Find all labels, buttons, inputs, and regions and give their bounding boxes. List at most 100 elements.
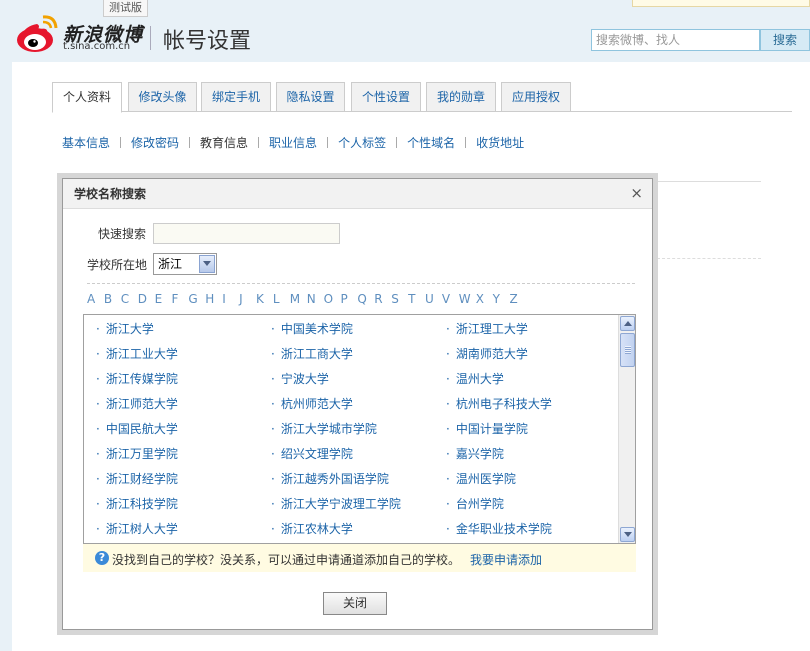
subnav-education[interactable]: 教育信息 [200,134,248,151]
letter-filter-e[interactable]: E [155,292,163,306]
school-item[interactable]: 中国民航大学 [96,420,178,437]
quick-search-label: 快速搜索 [98,227,147,241]
school-item[interactable]: 中国美术学院 [271,320,353,337]
school-item[interactable]: 中国计量学院 [446,420,528,437]
letter-filter-c[interactable]: C [121,292,129,306]
logo-url: t.sina.com.cn [63,41,131,52]
letter-filter-b[interactable]: B [104,292,112,306]
letter-filter-j[interactable]: J [239,292,243,306]
tab-app-auth[interactable]: 应用授权 [501,82,571,112]
school-item[interactable]: 宁波大学 [271,370,329,387]
subnav-divider [120,137,122,148]
letter-filter-k[interactable]: K [256,292,264,306]
close-button[interactable]: 关闭 [323,592,387,615]
chevron-down-icon[interactable] [199,255,215,273]
school-item[interactable]: 浙江科技学院 [96,495,178,512]
scrollbar[interactable] [618,315,635,543]
school-item[interactable]: 浙江万里学院 [96,445,178,462]
school-item[interactable]: 浙江传媒学院 [96,370,178,387]
subnav-tags[interactable]: 个人标签 [338,134,386,151]
school-item[interactable]: 浙江师范大学 [96,395,178,412]
letter-filter-u[interactable]: U [425,292,434,306]
school-item[interactable]: 浙江树人大学 [96,520,178,537]
school-item[interactable]: 嘉兴学院 [446,445,504,462]
letter-filter-s[interactable]: S [391,292,399,306]
letter-filter-y[interactable]: Y [493,292,500,306]
location-select-value: 浙江 [158,257,183,271]
subnav-change-password[interactable]: 修改密码 [131,134,179,151]
school-item[interactable]: 杭州电子科技大学 [446,395,552,412]
tab-privacy[interactable]: 隐私设置 [276,82,345,112]
page-title: 帐号设置 [163,29,252,54]
school-item[interactable]: 杭州师范大学 [271,395,353,412]
letter-filter-z[interactable]: Z [510,292,518,306]
school-search-dialog: 学校名称搜索 × 快速搜索 学校所在地 浙江 ABCDEFGHIJKLMNOPQ… [57,173,658,635]
subnav-shipping-address[interactable]: 收货地址 [476,134,524,151]
school-item[interactable]: 浙江农林大学 [271,520,353,537]
search-button[interactable]: 搜索 [760,29,810,51]
letter-filter-w[interactable]: W [459,292,471,306]
profile-subnav: 基本信息 修改密码 教育信息 职业信息 个人标签 个性域名 收货地址 [62,134,524,152]
subnav-divider [396,137,398,148]
letter-filter-q[interactable]: Q [357,292,366,306]
letter-filter-a[interactable]: A [87,292,95,306]
scroll-up-icon[interactable] [620,316,635,331]
tab-avatar[interactable]: 修改头像 [128,82,197,112]
subnav-divider [327,137,329,148]
school-item[interactable]: 浙江大学 [96,320,154,337]
subnav-basic-info[interactable]: 基本信息 [62,134,110,151]
school-item[interactable]: 台州学院 [446,495,504,512]
subnav-divider [258,137,260,148]
tab-medals[interactable]: 我的勋章 [426,82,496,112]
school-item[interactable]: 浙江大学宁波理工学院 [271,495,401,512]
location-select[interactable]: 浙江 [153,253,217,275]
test-version-badge: 测试版 [103,0,148,17]
subnav-domain[interactable]: 个性域名 [407,134,455,151]
letter-filter-m[interactable]: M [290,292,300,306]
location-label: 学校所在地 [87,258,148,272]
not-found-notice: ? 没找到自己的学校？没关系，可以通过申请通道添加自己的学校。 我要申请添加 [83,544,636,572]
letter-filter-r[interactable]: R [374,292,382,306]
school-item[interactable]: 温州医学院 [446,470,516,487]
scroll-down-icon[interactable] [620,527,635,542]
letter-filter-v[interactable]: V [442,292,450,306]
school-item[interactable]: 浙江大学城市学院 [271,420,377,437]
top-notice-bar [632,0,810,7]
quick-search-input[interactable] [153,223,340,244]
school-item[interactable]: 绍兴文理学院 [271,445,353,462]
letter-filter-n[interactable]: N [307,292,316,306]
letter-filter-f[interactable]: F [172,292,179,306]
background-divider [657,258,761,259]
close-icon[interactable]: × [630,185,643,201]
school-item[interactable]: 浙江财经学院 [96,470,178,487]
apply-add-school-link[interactable]: 我要申请添加 [470,551,542,568]
school-item[interactable]: 浙江越秀外国语学院 [271,470,389,487]
letter-filter-o[interactable]: O [324,292,333,306]
letter-filter-p[interactable]: P [341,292,348,306]
letter-filter-d[interactable]: D [138,292,147,306]
scrollbar-thumb[interactable] [620,333,635,367]
school-item[interactable]: 浙江理工大学 [446,320,528,337]
school-item[interactable]: 金华职业技术学院 [446,520,552,537]
tab-bind-phone[interactable]: 绑定手机 [201,82,271,112]
school-list: 浙江大学 中国美术学院 浙江理工大学浙江工业大学 浙江工商大学 湖南师范大学浙江传媒学院… [83,314,636,544]
dashed-divider [87,283,635,284]
letter-filter-l[interactable]: L [273,292,280,306]
header-divider [150,26,151,50]
dialog-body: 学校名称搜索 × 快速搜索 学校所在地 浙江 ABCDEFGHIJKLMNOPQ… [62,178,653,630]
subnav-divider [189,137,191,148]
school-item[interactable]: 浙江工业大学 [96,345,178,362]
school-item[interactable]: 浙江工商大学 [271,345,353,362]
search-input[interactable]: 搜索微博、找人 [591,29,760,51]
school-item[interactable]: 湖南师范大学 [446,345,528,362]
weibo-logo-icon[interactable] [15,14,59,54]
school-item[interactable]: 温州大学 [446,370,504,387]
letter-filter-h[interactable]: H [205,292,214,306]
letter-filter-x[interactable]: X [476,292,484,306]
tab-profile[interactable]: 个人资料 [52,82,122,113]
subnav-career[interactable]: 职业信息 [269,134,317,151]
letter-filter-t[interactable]: T [408,292,415,306]
letter-filter-g[interactable]: G [188,292,197,306]
letter-filter-i[interactable]: I [222,292,226,306]
tab-personalize[interactable]: 个性设置 [351,82,421,112]
